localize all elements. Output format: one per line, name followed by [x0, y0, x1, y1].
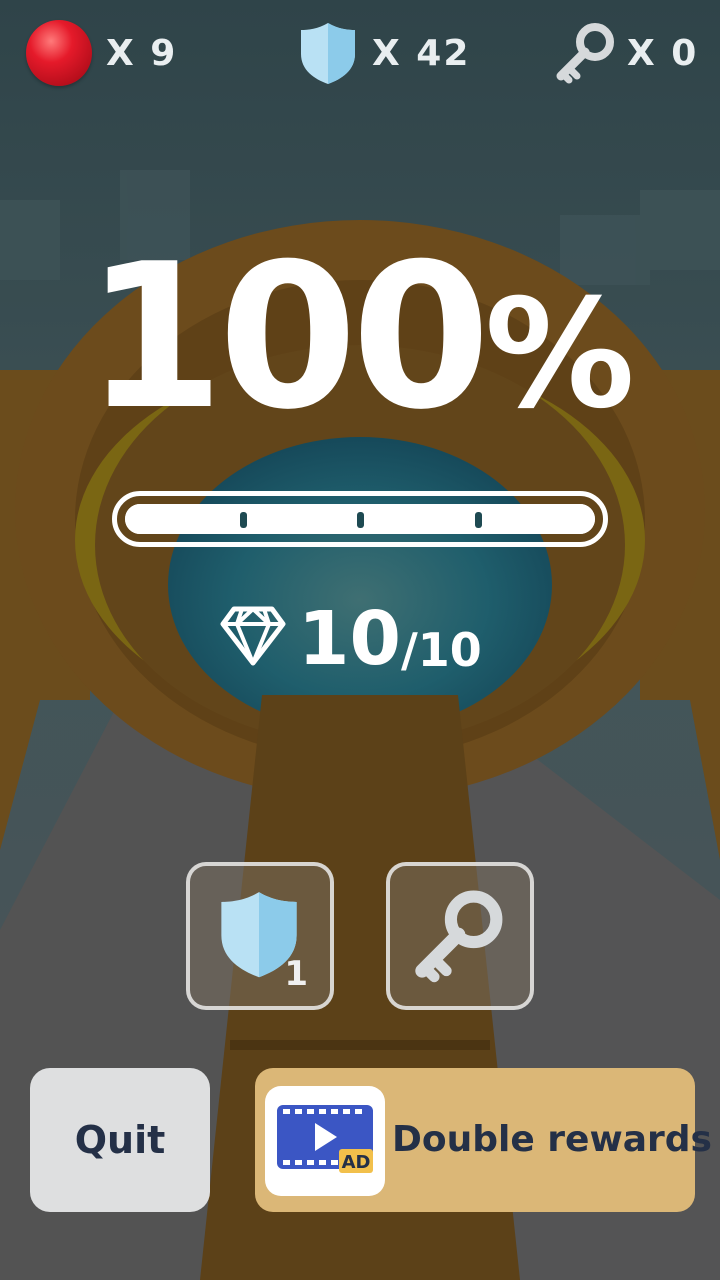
double-rewards-label: Double rewards	[392, 1119, 712, 1160]
key-icon	[556, 23, 614, 84]
level-percent-display: 100%	[0, 228, 720, 465]
shield-count-label: X 42	[372, 32, 471, 74]
ball-count-label: X 9	[106, 32, 178, 74]
gems-collected: 10	[298, 596, 401, 682]
shield-powerup-count: 1	[284, 954, 308, 994]
shield-icon	[301, 23, 355, 84]
double-rewards-button[interactable]: AD Double rewards	[255, 1068, 712, 1212]
path-seam	[230, 1040, 490, 1050]
level-progress-bar	[112, 491, 608, 547]
video-ad-badge: AD	[265, 1086, 385, 1196]
hud-key-counter: X 0	[555, 18, 698, 88]
progress-marker	[239, 512, 247, 528]
percent-number: 100	[85, 221, 490, 454]
video-ad-icon: AD	[277, 1105, 373, 1173]
red-ball-icon	[26, 20, 92, 86]
quit-button[interactable]: Quit	[30, 1068, 210, 1212]
hud-ball-counter: X 9	[26, 18, 177, 88]
hud-shield-counter: X 42	[298, 18, 470, 88]
shield-powerup-button[interactable]: 1	[186, 862, 334, 1010]
progress-track	[125, 504, 595, 534]
gems-total: 10	[417, 623, 482, 677]
diamond-icon	[220, 606, 286, 666]
gem-counter: 10 / 10	[220, 590, 482, 680]
key-powerup-button[interactable]	[386, 862, 534, 1010]
progress-marker	[474, 512, 482, 528]
gems-separator: /	[400, 623, 418, 677]
progress-marker	[357, 512, 364, 528]
ad-text: AD	[342, 1152, 371, 1173]
quit-button-label: Quit	[74, 1118, 166, 1162]
tunnel-hole	[168, 437, 552, 733]
key-icon	[415, 890, 503, 983]
key-count-label: X 0	[627, 32, 699, 74]
percent-sign: %	[484, 268, 635, 442]
